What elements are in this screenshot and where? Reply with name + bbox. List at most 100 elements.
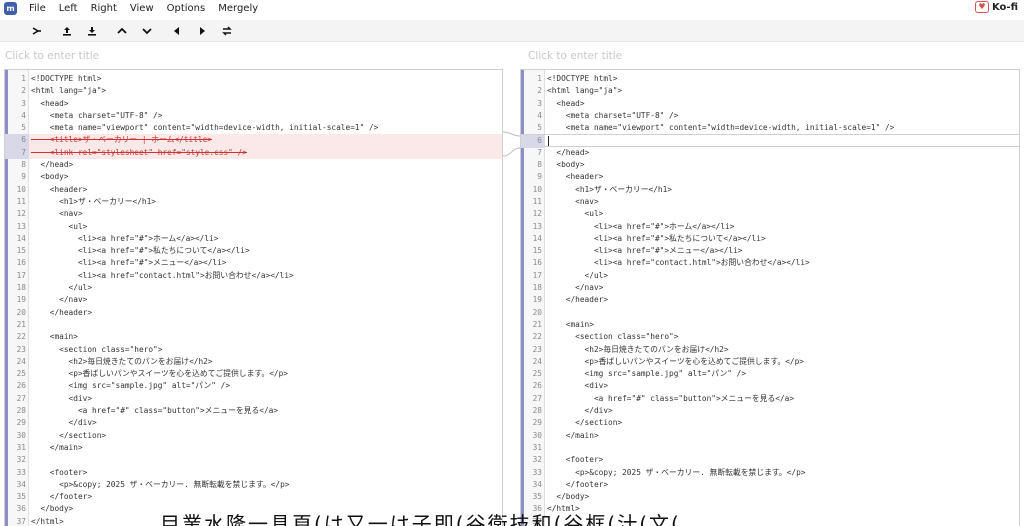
- code-line[interactable]: 26 <img src="sample.jpg" alt="パン" />: [5, 380, 502, 392]
- code-line[interactable]: 27 <a href="#" class="button">メニューを見る</a…: [521, 393, 1019, 405]
- code-line[interactable]: 32: [5, 454, 502, 466]
- code-line[interactable]: 8 <body>: [521, 159, 1019, 171]
- code-line[interactable]: 21 <main>: [521, 319, 1019, 331]
- code-line[interactable]: 14 <li><a href="#">ホーム</a></li>: [5, 233, 502, 245]
- line-code: </footer>: [547, 479, 609, 489]
- code-line[interactable]: 16 <li><a href="contact.html">お問い合わせ</a>…: [521, 257, 1019, 269]
- code-line[interactable]: 6: [521, 134, 1019, 148]
- code-line[interactable]: 10 <h1>ザ・ベーカリー</h1>: [521, 184, 1019, 196]
- kofi-button[interactable]: ♥ Ko-fi: [974, 1, 1018, 13]
- code-line[interactable]: 26 <div>: [521, 380, 1019, 392]
- code-line[interactable]: 4 <meta charset="UTF-8" />: [521, 110, 1019, 122]
- code-line[interactable]: 5 <meta name="viewport" content="width=d…: [5, 122, 502, 134]
- code-line[interactable]: 17 <li><a href="contact.html">お問い合わせ</a>…: [5, 270, 502, 282]
- code-line[interactable]: 21: [5, 319, 502, 331]
- code-line[interactable]: 11 <nav>: [521, 196, 1019, 208]
- code-line[interactable]: 32 <footer>: [521, 454, 1019, 466]
- menu-mergely[interactable]: Mergely: [218, 3, 258, 14]
- code-line[interactable]: 34 </footer>: [521, 479, 1019, 491]
- code-line[interactable]: 13 <li><a href="#">ホーム</a></li>: [521, 221, 1019, 233]
- code-line[interactable]: 9 <header>: [521, 171, 1019, 183]
- merge-right-icon[interactable]: [28, 22, 46, 40]
- code-line[interactable]: 2 <html lang="ja">: [521, 85, 1019, 97]
- left-editor[interactable]: 1 <!DOCTYPE html> 2 <html lang="ja"> 3 <head…: [4, 69, 503, 526]
- code-line[interactable]: 18 </ul>: [5, 282, 502, 294]
- code-line[interactable]: 29 </div>: [5, 417, 502, 429]
- line-number: 28: [16, 406, 26, 416]
- code-line[interactable]: 8 </head>: [5, 159, 502, 171]
- code-line[interactable]: 19 </nav>: [5, 294, 502, 306]
- code-line[interactable]: 29 </section>: [521, 417, 1019, 429]
- prev-up-icon[interactable]: [113, 22, 131, 40]
- menu-right[interactable]: Right: [91, 3, 117, 14]
- code-line[interactable]: 1 <!DOCTYPE html>: [521, 73, 1019, 85]
- code-line[interactable]: 6 <title>ザ・ベーカリー | ホーム</title>: [5, 134, 502, 147]
- right-editor[interactable]: 1 <!DOCTYPE html> 2 <html lang="ja"> 3 <head…: [520, 69, 1020, 526]
- line-code: <nav>: [547, 196, 599, 206]
- code-line[interactable]: 23 <section class="hero">: [5, 344, 502, 356]
- code-line[interactable]: 30 </section>: [5, 430, 502, 442]
- code-line[interactable]: 7 <link rel="stylesheet" href="style.css…: [5, 146, 502, 160]
- code-line[interactable]: 34 <p>&copy; 2025 ザ・ベーカリー. 無断転載を禁じます。</p…: [5, 479, 502, 491]
- code-line[interactable]: 33 <p>&copy; 2025 ザ・ベーカリー. 無断転載を禁じます。</p…: [521, 467, 1019, 479]
- code-line[interactable]: 20 </header>: [5, 307, 502, 319]
- code-line[interactable]: 28 </div>: [521, 405, 1019, 417]
- download-icon[interactable]: [83, 22, 101, 40]
- code-line[interactable]: 3 <head>: [521, 98, 1019, 110]
- code-line[interactable]: 35 </footer>: [5, 491, 502, 503]
- code-line[interactable]: 2 <html lang="ja">: [5, 85, 502, 97]
- code-line[interactable]: 4 <meta charset="UTF-8" />: [5, 110, 502, 122]
- code-line[interactable]: 25 <img src="sample.jpg" alt="パン" />: [521, 368, 1019, 380]
- code-line[interactable]: 27 <div>: [5, 393, 502, 405]
- code-line[interactable]: 31: [521, 442, 1019, 454]
- code-line[interactable]: 22 <main>: [5, 331, 502, 343]
- code-line[interactable]: 5 <meta name="viewport" content="width=d…: [521, 122, 1019, 134]
- left-icon[interactable]: [168, 22, 186, 40]
- menu-view[interactable]: View: [130, 3, 154, 14]
- code-line[interactable]: 15 <li><a href="#">メニュー</a></li>: [521, 245, 1019, 257]
- left-title-input[interactable]: [5, 48, 305, 64]
- code-line[interactable]: 15 <li><a href="#">私たちについて</a></li>: [5, 245, 502, 257]
- line-number: 26: [16, 381, 26, 391]
- menu-left[interactable]: Left: [59, 3, 78, 14]
- code-line[interactable]: 1 <!DOCTYPE html>: [5, 73, 502, 85]
- line-code: <li><a href="contact.html">お問い合わせ</a></l…: [547, 258, 810, 268]
- right-title-input[interactable]: [528, 48, 828, 64]
- menu-file[interactable]: File: [29, 3, 46, 14]
- code-line[interactable]: 20: [521, 307, 1019, 319]
- code-line[interactable]: 14 <li><a href="#">私たちについて</a></li>: [521, 233, 1019, 245]
- code-line[interactable]: 17 </ul>: [521, 270, 1019, 282]
- line-number: 1: [21, 74, 26, 83]
- mergely-logo-icon[interactable]: m: [4, 1, 17, 15]
- code-line[interactable]: 24 <h2>毎日焼きたてのパンをお届け</h2>: [5, 356, 502, 368]
- menu-options[interactable]: Options: [167, 3, 206, 14]
- swap-icon[interactable]: [218, 22, 236, 40]
- code-line[interactable]: 24 <p>香ばしいパンやスイーツを心を込めてご提供します。</p>: [521, 356, 1019, 368]
- next-down-icon[interactable]: [138, 22, 156, 40]
- code-line[interactable]: 12 <nav>: [5, 208, 502, 220]
- upload-icon[interactable]: [58, 22, 76, 40]
- right-icon[interactable]: [193, 22, 211, 40]
- line-number: 29: [532, 418, 542, 428]
- code-line[interactable]: 31 </main>: [5, 442, 502, 454]
- code-line[interactable]: 30 </main>: [521, 430, 1019, 442]
- code-line[interactable]: 25 <p>香ばしいパンやスイーツを心を込めてご提供します。</p>: [5, 368, 502, 380]
- code-line[interactable]: 22 <section class="hero">: [521, 331, 1019, 343]
- code-line[interactable]: 11 <h1>ザ・ベーカリー</h1>: [5, 196, 502, 208]
- code-line[interactable]: 23 <h2>毎日焼きたてのパンをお届け</h2>: [521, 344, 1019, 356]
- code-line[interactable]: 33 <footer>: [5, 467, 502, 479]
- code-line[interactable]: 10 <header>: [5, 184, 502, 196]
- code-line[interactable]: 18 </nav>: [521, 282, 1019, 294]
- code-line[interactable]: 9 <body>: [5, 171, 502, 183]
- code-line[interactable]: 35 </body>: [521, 491, 1019, 503]
- code-line[interactable]: 28 <a href="#" class="button">メニューを見る</a…: [5, 405, 502, 417]
- code-line[interactable]: 3 <head>: [5, 98, 502, 110]
- code-line[interactable]: 13 <ul>: [5, 221, 502, 233]
- code-line[interactable]: 12 <ul>: [521, 208, 1019, 220]
- line-number: 9: [21, 172, 26, 182]
- code-line[interactable]: 19 </header>: [521, 294, 1019, 306]
- line-number: 27: [16, 393, 26, 403]
- line-code: </head>: [31, 160, 74, 170]
- code-line[interactable]: 7 </head>: [521, 147, 1019, 159]
- code-line[interactable]: 16 <li><a href="#">メニュー</a></li>: [5, 257, 502, 269]
